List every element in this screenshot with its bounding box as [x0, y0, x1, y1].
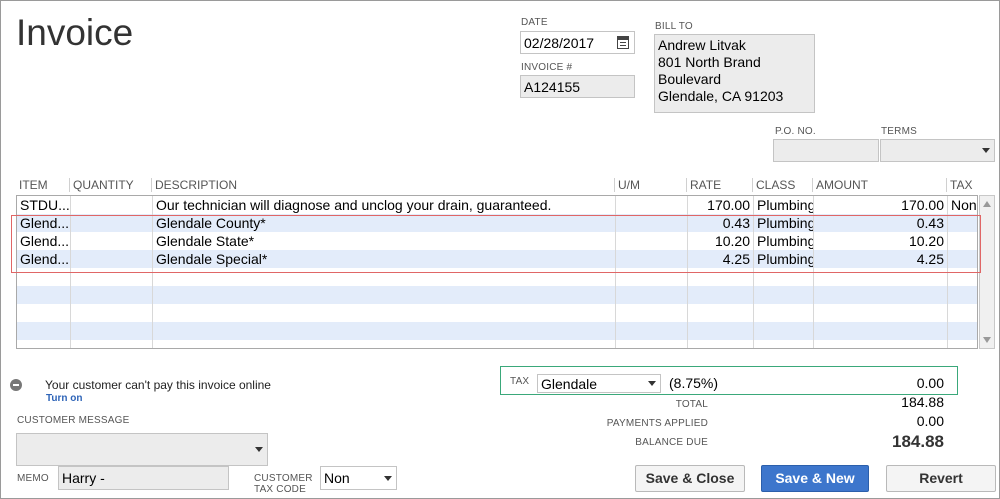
- column-header-tax: TAX: [950, 178, 973, 192]
- chevron-down-icon: [982, 148, 990, 153]
- turn-on-link[interactable]: Turn on: [46, 393, 82, 404]
- online-payment-message: Your customer can't pay this invoice onl…: [45, 378, 271, 392]
- minus-circle-icon: [10, 379, 22, 391]
- column-header-amount: AMOUNT: [816, 178, 868, 192]
- cell-rate[interactable]: 170.00: [688, 196, 753, 214]
- customer-tax-code-dropdown[interactable]: Non: [320, 466, 397, 490]
- customer-tax-code-label: CUSTOMER TAX CODE: [254, 473, 313, 495]
- bill-to-line: Andrew Litvak: [658, 37, 746, 53]
- column-header-rate: RATE: [690, 178, 722, 192]
- cell-item[interactable]: STDU...: [17, 196, 70, 214]
- column-header-um: U/M: [618, 178, 640, 192]
- total-label: TOTAL: [675, 399, 708, 410]
- customer-message-dropdown[interactable]: [16, 433, 268, 466]
- bill-to-field[interactable]: Andrew Litvak 801 North Brand Boulevard …: [654, 34, 815, 113]
- page-title: Invoice: [16, 12, 134, 53]
- chevron-down-icon: [384, 476, 392, 481]
- po-number-label: P.O. NO.: [775, 126, 816, 137]
- balance-due-label: BALANCE DUE: [635, 437, 708, 448]
- memo-field[interactable]: Harry -: [58, 466, 229, 490]
- terms-dropdown[interactable]: [880, 139, 995, 162]
- revert-button[interactable]: Revert: [886, 465, 996, 492]
- cell-description[interactable]: Our technician will diagnose and unclog …: [153, 196, 615, 214]
- terms-label: TERMS: [881, 126, 917, 137]
- empty-row[interactable]: [17, 322, 977, 340]
- balance-due-value: 184.88: [892, 432, 944, 451]
- date-field[interactable]: 02/28/2017: [520, 31, 635, 54]
- total-value: 184.88: [901, 394, 944, 410]
- invoice-number-label: INVOICE #: [521, 62, 573, 73]
- invoice-number-field[interactable]: A124155: [520, 75, 635, 98]
- bill-to-line: 801 North Brand Boulevard: [658, 54, 761, 87]
- memo-label: MEMO: [17, 473, 49, 484]
- column-header-quantity: QUANTITY: [73, 178, 134, 192]
- customer-message-label: CUSTOMER MESSAGE: [17, 415, 130, 426]
- tax-label: TAX: [510, 376, 530, 387]
- chevron-down-icon: [255, 447, 263, 452]
- tax-code-label-line: TAX CODE: [254, 484, 306, 495]
- scroll-down-icon[interactable]: [983, 337, 991, 343]
- table-row[interactable]: STDU... Our technician will diagnose and…: [17, 196, 977, 214]
- cell-um[interactable]: [616, 196, 687, 214]
- cell-tax[interactable]: Non: [948, 196, 977, 214]
- highlight-tax-lines: [11, 215, 981, 273]
- empty-row[interactable]: [17, 340, 977, 348]
- bill-to-line: Glendale, CA 91203: [658, 88, 784, 104]
- tax-item-dropdown[interactable]: Glendale: [537, 374, 661, 393]
- cell-quantity[interactable]: [71, 196, 152, 214]
- date-label: DATE: [521, 17, 548, 28]
- tax-item-value: Glendale: [541, 376, 598, 392]
- invoice-number-value: A124155: [524, 79, 581, 95]
- column-header-description: DESCRIPTION: [155, 178, 238, 192]
- bill-to-label: BILL TO: [655, 21, 693, 32]
- empty-row[interactable]: [17, 304, 977, 322]
- empty-row[interactable]: [17, 286, 977, 304]
- column-header-item: ITEM: [19, 178, 48, 192]
- po-number-field[interactable]: [773, 139, 879, 162]
- cell-amount[interactable]: 170.00: [814, 196, 947, 214]
- payments-applied-label: PAYMENTS APPLIED: [606, 418, 708, 429]
- cell-class[interactable]: Plumbing: [754, 196, 813, 214]
- column-header-class: CLASS: [756, 178, 796, 192]
- memo-value: Harry -: [62, 470, 105, 486]
- tax-code-value: Non: [324, 470, 350, 486]
- tax-rate: (8.75%): [669, 375, 719, 391]
- chevron-down-icon: [648, 381, 656, 386]
- tax-code-label-line: CUSTOMER: [254, 473, 313, 484]
- scroll-up-icon[interactable]: [983, 201, 991, 207]
- calendar-icon[interactable]: [617, 36, 629, 49]
- save-new-button[interactable]: Save & New: [761, 465, 869, 492]
- grid-scrollbar[interactable]: [979, 195, 995, 349]
- date-value: 02/28/2017: [524, 35, 595, 51]
- payments-applied-value: 0.00: [916, 413, 944, 429]
- tax-amount: 0.00: [916, 375, 944, 391]
- save-close-button[interactable]: Save & Close: [635, 465, 745, 492]
